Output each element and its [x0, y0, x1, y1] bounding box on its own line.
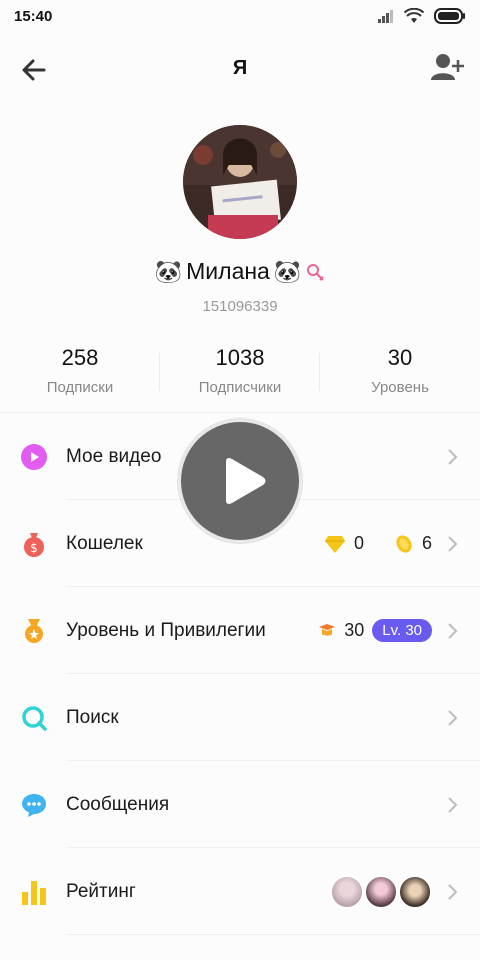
money-bag-icon: $	[20, 530, 48, 558]
chevron-right-icon	[448, 709, 458, 726]
svg-text:$: $	[30, 541, 38, 555]
menu-item-rating[interactable]: Рейтинг	[0, 848, 480, 935]
battery-icon	[434, 8, 465, 24]
avatar	[364, 874, 398, 909]
status-time: 15:40	[14, 8, 53, 25]
menu-item-label: Рейтинг	[66, 880, 136, 902]
stat-label: Уровень	[371, 379, 429, 396]
menu-item-messages[interactable]: Сообщения	[0, 761, 480, 848]
menu-item-label: Поиск	[66, 706, 119, 728]
graduation-cap-icon	[319, 623, 336, 635]
female-gender-icon	[307, 263, 324, 281]
play-icon	[226, 458, 266, 504]
divider	[66, 934, 480, 935]
diamond-icon	[324, 535, 345, 553]
profile-name-row: 🐼 Милана 🐼	[0, 258, 480, 285]
medal-icon	[20, 617, 48, 645]
chevron-right-icon	[448, 622, 458, 639]
coin-icon	[396, 534, 412, 553]
stat-label: Подписки	[46, 379, 114, 396]
video-icon	[20, 443, 48, 471]
menu-item-label: Кошелек	[66, 532, 143, 554]
profile-id: 151096339	[202, 298, 278, 315]
top-bar: Я	[0, 40, 480, 100]
stat-level[interactable]: 30 Уровень	[320, 345, 480, 405]
stat-value: 258	[61, 345, 99, 370]
add-user-icon[interactable]	[430, 52, 466, 84]
stat-value: 1038	[215, 345, 265, 370]
page-title: Я	[232, 57, 248, 79]
search-icon	[20, 704, 48, 732]
panda-emoji-icon: 🐼	[273, 258, 302, 284]
chevron-right-icon	[448, 448, 458, 465]
wallet-balances: 0 6	[324, 533, 432, 554]
profile-name: Милана	[186, 258, 270, 284]
menu-item-label: Уровень и Привилегии	[66, 619, 266, 641]
avatar-image	[183, 125, 297, 239]
signal-icon	[378, 10, 393, 23]
wifi-icon	[404, 8, 424, 23]
chevron-right-icon	[448, 883, 458, 900]
avatar	[330, 874, 364, 909]
menu-item-level[interactable]: Уровень и Привилегии 30 Lv. 30	[0, 587, 480, 674]
level-info: 30 Lv. 30	[318, 619, 432, 642]
rating-avatars	[330, 874, 432, 909]
level-badge: Lv. 30	[372, 619, 432, 642]
coin-count: 6	[421, 533, 432, 553]
avatar	[398, 874, 432, 909]
chevron-right-icon	[448, 796, 458, 813]
chevron-right-icon	[448, 535, 458, 552]
play-button[interactable]	[178, 419, 302, 543]
avatar[interactable]	[183, 125, 297, 239]
level-value: 30	[344, 620, 365, 640]
chat-bubble-icon	[20, 791, 48, 819]
stat-value: 30	[387, 345, 413, 370]
stat-followers[interactable]: 1038 Подписчики	[160, 345, 320, 405]
panda-emoji-icon: 🐼	[154, 258, 183, 284]
menu-item-search[interactable]: Поиск	[0, 674, 480, 761]
stat-following[interactable]: 258 Подписки	[0, 345, 160, 405]
menu-item-label: Мое видео	[66, 445, 162, 467]
bar-chart-icon	[20, 878, 48, 906]
menu-item-label: Сообщения	[66, 793, 170, 815]
status-bar: 15:40	[0, 0, 480, 34]
stat-label: Подписчики	[198, 379, 282, 396]
diamond-count: 0	[353, 533, 364, 553]
stats-bar: 258 Подписки 1038 Подписчики 30 Уровень	[0, 345, 480, 405]
status-icons	[378, 8, 466, 24]
